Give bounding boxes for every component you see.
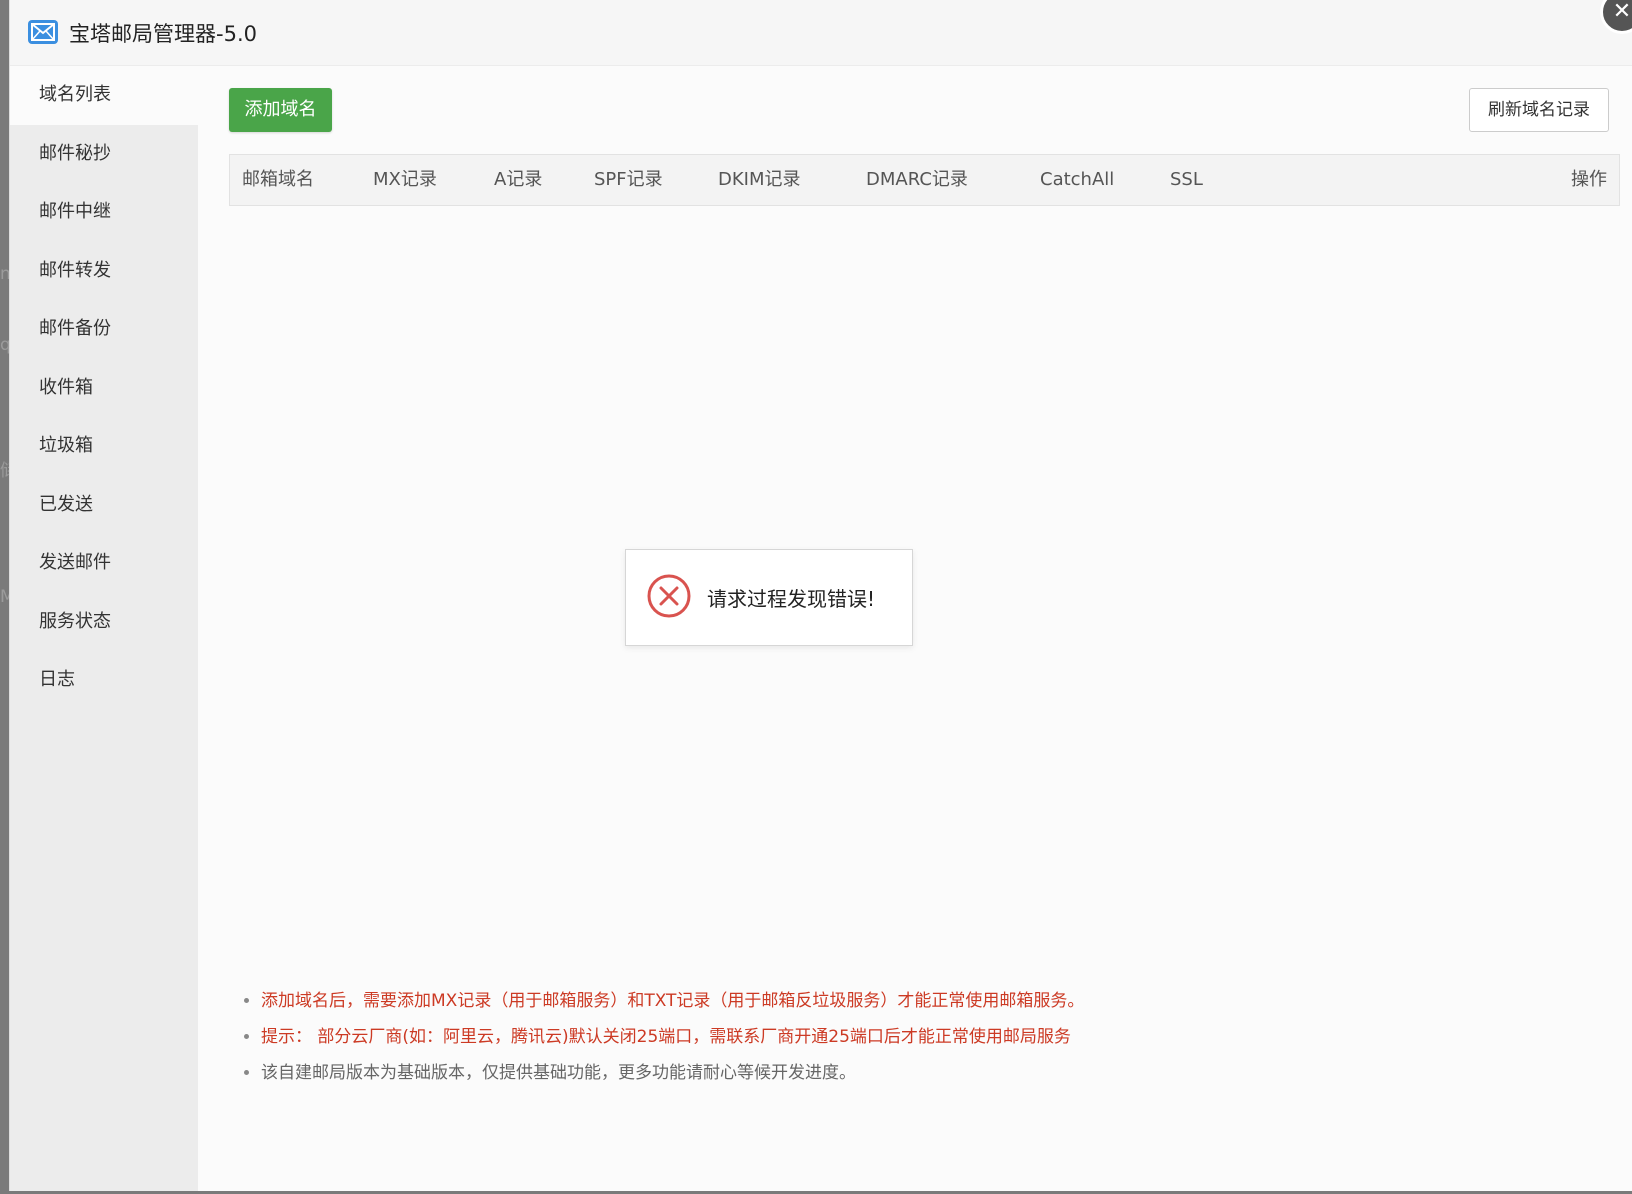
- sidebar-item-mail-bcc[interactable]: 邮件秘抄: [10, 125, 198, 184]
- sidebar-item-mail-backup[interactable]: 邮件备份: [10, 300, 198, 359]
- column-header-dmarc[interactable]: DMARC记录: [866, 155, 968, 205]
- mail-manager-dialog: 宝塔邮局管理器-5.0 域名列表 邮件秘抄 邮件中继 邮件转发 邮件备份 收件箱…: [9, 0, 1632, 1191]
- mail-icon: [28, 20, 58, 44]
- error-toast: 请求过程发现错误!: [625, 549, 913, 646]
- sidebar-item-logs[interactable]: 日志: [10, 651, 198, 710]
- sidebar-item-spam[interactable]: 垃圾箱: [10, 417, 198, 476]
- tip-item: 提示： 部分云厂商(如：阿里云，腾讯云)默认关闭25端口，需联系厂商开通25端口…: [261, 1019, 1084, 1055]
- column-header-spf[interactable]: SPF记录: [594, 155, 663, 205]
- column-header-domain[interactable]: 邮箱域名: [242, 155, 314, 205]
- refresh-domain-records-button[interactable]: 刷新域名记录: [1469, 88, 1609, 132]
- tips-list: 添加域名后，需要添加MX记录（用于邮箱服务）和TXT记录（用于邮箱反垃圾服务）才…: [241, 983, 1084, 1091]
- column-header-a[interactable]: A记录: [494, 155, 542, 205]
- column-header-catchall[interactable]: CatchAll: [1040, 155, 1114, 205]
- sidebar-item-mail-forward[interactable]: 邮件转发: [10, 242, 198, 301]
- sidebar-item-mail-relay[interactable]: 邮件中继: [10, 183, 198, 242]
- sidebar-item-domain-list[interactable]: 域名列表: [10, 66, 222, 125]
- window-title: 宝塔邮局管理器-5.0: [69, 22, 257, 46]
- sidebar: 域名列表 邮件秘抄 邮件中继 邮件转发 邮件备份 收件箱 垃圾箱 已发送 发送邮…: [10, 66, 222, 1191]
- main-content: 添加域名 刷新域名记录 邮箱域名 MX记录 A记录 SPF记录 DKIM记录 D…: [199, 66, 1632, 1191]
- error-x-icon: [647, 574, 691, 618]
- sidebar-item-send-mail[interactable]: 发送邮件: [10, 534, 198, 593]
- sidebar-item-sent[interactable]: 已发送: [10, 476, 198, 535]
- sidebar-item-service-status[interactable]: 服务状态: [10, 593, 198, 652]
- column-header-ssl[interactable]: SSL: [1170, 155, 1203, 205]
- sidebar-item-inbox[interactable]: 收件箱: [10, 359, 198, 418]
- tip-item: 该自建邮局版本为基础版本，仅提供基础功能，更多功能请耐心等候开发进度。: [261, 1055, 1084, 1091]
- error-message: 请求过程发现错误!: [707, 587, 876, 611]
- add-domain-button[interactable]: 添加域名: [229, 88, 332, 132]
- column-header-dkim[interactable]: DKIM记录: [718, 155, 801, 205]
- title-bar: 宝塔邮局管理器-5.0: [10, 0, 1632, 66]
- domain-table-header: 邮箱域名 MX记录 A记录 SPF记录 DKIM记录 DMARC记录 Catch…: [229, 154, 1620, 206]
- tip-item: 添加域名后，需要添加MX记录（用于邮箱服务）和TXT记录（用于邮箱反垃圾服务）才…: [261, 983, 1084, 1019]
- column-header-actions: 操作: [1571, 169, 1607, 190]
- column-header-mx[interactable]: MX记录: [373, 155, 437, 205]
